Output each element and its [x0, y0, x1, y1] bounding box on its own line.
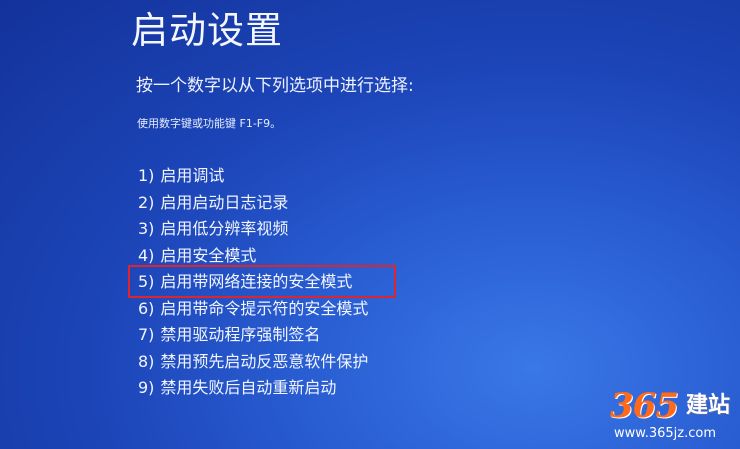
option-number: 4) — [138, 245, 155, 265]
watermark-url: www.365jz.com — [614, 426, 716, 441]
option-label: 启用启动日志记录 — [160, 192, 289, 212]
option-enable-low-resolution-video[interactable]: 3) 启用低分辨率视频 — [138, 216, 558, 243]
option-label: 启用调试 — [160, 166, 225, 185]
option-number: 2) — [138, 192, 155, 212]
page-title: 启动设置 — [131, 9, 283, 52]
option-number: 9) — [138, 378, 155, 397]
option-label: 禁用预先启动反恶意软件保护 — [160, 351, 369, 371]
option-disable-auto-restart-on-failure[interactable]: 9) 禁用失败后自动重新启动 — [138, 375, 558, 402]
option-label: 启用低分辨率视频 — [160, 219, 289, 238]
option-enable-debugging[interactable]: 1) 启用调试 — [138, 163, 558, 190]
instruction-text: 按一个数字以从下列选项中进行选择: — [136, 76, 414, 96]
option-label: 禁用驱动程序强制签名 — [160, 325, 321, 344]
option-label: 启用安全模式 — [160, 245, 257, 265]
highlight-box — [128, 265, 396, 298]
option-number: 7) — [138, 325, 155, 344]
option-label: 禁用失败后自动重新启动 — [160, 378, 337, 397]
watermark-digits: 365 — [610, 386, 679, 426]
option-enable-boot-logging[interactable]: 2) 启用启动日志记录 — [138, 190, 558, 217]
option-number: 6) — [138, 298, 155, 318]
option-safe-mode-with-command-prompt[interactable]: 6) 启用带命令提示符的安全模式 — [138, 296, 558, 323]
watermark-text: 建站 — [686, 393, 731, 418]
key-hint-text: 使用数字键或功能键 F1-F9。 — [137, 117, 282, 130]
option-disable-driver-signature-enforcement[interactable]: 7) 禁用驱动程序强制签名 — [138, 322, 558, 349]
option-disable-early-launch-antimalware[interactable]: 8) 禁用预先启动反恶意软件保护 — [138, 349, 558, 376]
option-number: 3) — [138, 219, 155, 238]
option-number: 8) — [138, 351, 155, 371]
watermark-logo: 365 建站 www.365jz.com — [610, 388, 738, 446]
option-label: 启用带命令提示符的安全模式 — [160, 298, 369, 318]
option-number: 1) — [138, 166, 155, 185]
startup-settings-screen: 启动设置 按一个数字以从下列选项中进行选择: 使用数字键或功能键 F1-F9。 … — [0, 0, 740, 449]
